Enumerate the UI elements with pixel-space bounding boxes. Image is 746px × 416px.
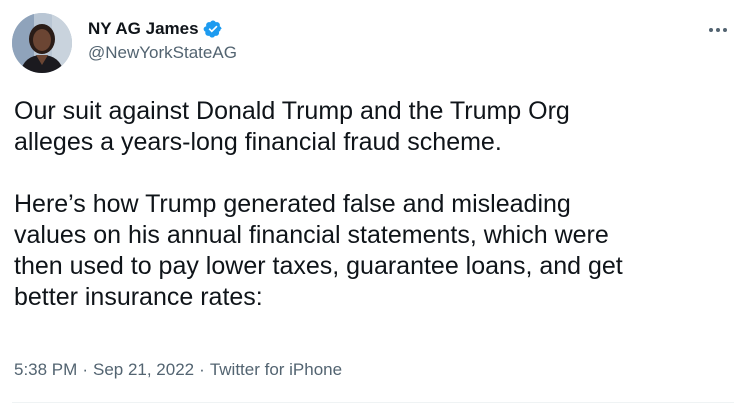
tweet-time[interactable]: 5:38 PM: [14, 359, 77, 381]
tweet-card: NY AG James @NewYorkStateAG Our suit aga…: [0, 0, 746, 416]
meta-separator: ·: [199, 360, 205, 379]
author-info: NY AG James @NewYorkStateAG: [88, 18, 237, 64]
avatar[interactable]: [12, 13, 72, 73]
name-row: NY AG James: [88, 18, 237, 40]
tweet-date[interactable]: Sep 21, 2022: [93, 359, 194, 381]
more-options-icon[interactable]: [704, 20, 732, 40]
author-handle[interactable]: @NewYorkStateAG: [88, 42, 237, 64]
avatar-image: [12, 13, 72, 73]
meta-separator: ·: [82, 360, 88, 379]
tweet-text: Our suit against Donald Trump and the Tr…: [14, 97, 623, 311]
verified-badge-icon: [203, 19, 223, 39]
tweet-header: NY AG James @NewYorkStateAG: [12, 12, 734, 74]
tweet-meta: 5:38 PM · Sep 21, 2022 · Twitter for iPh…: [14, 359, 342, 381]
divider: [12, 402, 734, 403]
tweet-source[interactable]: Twitter for iPhone: [210, 359, 342, 381]
display-name[interactable]: NY AG James: [88, 18, 199, 40]
